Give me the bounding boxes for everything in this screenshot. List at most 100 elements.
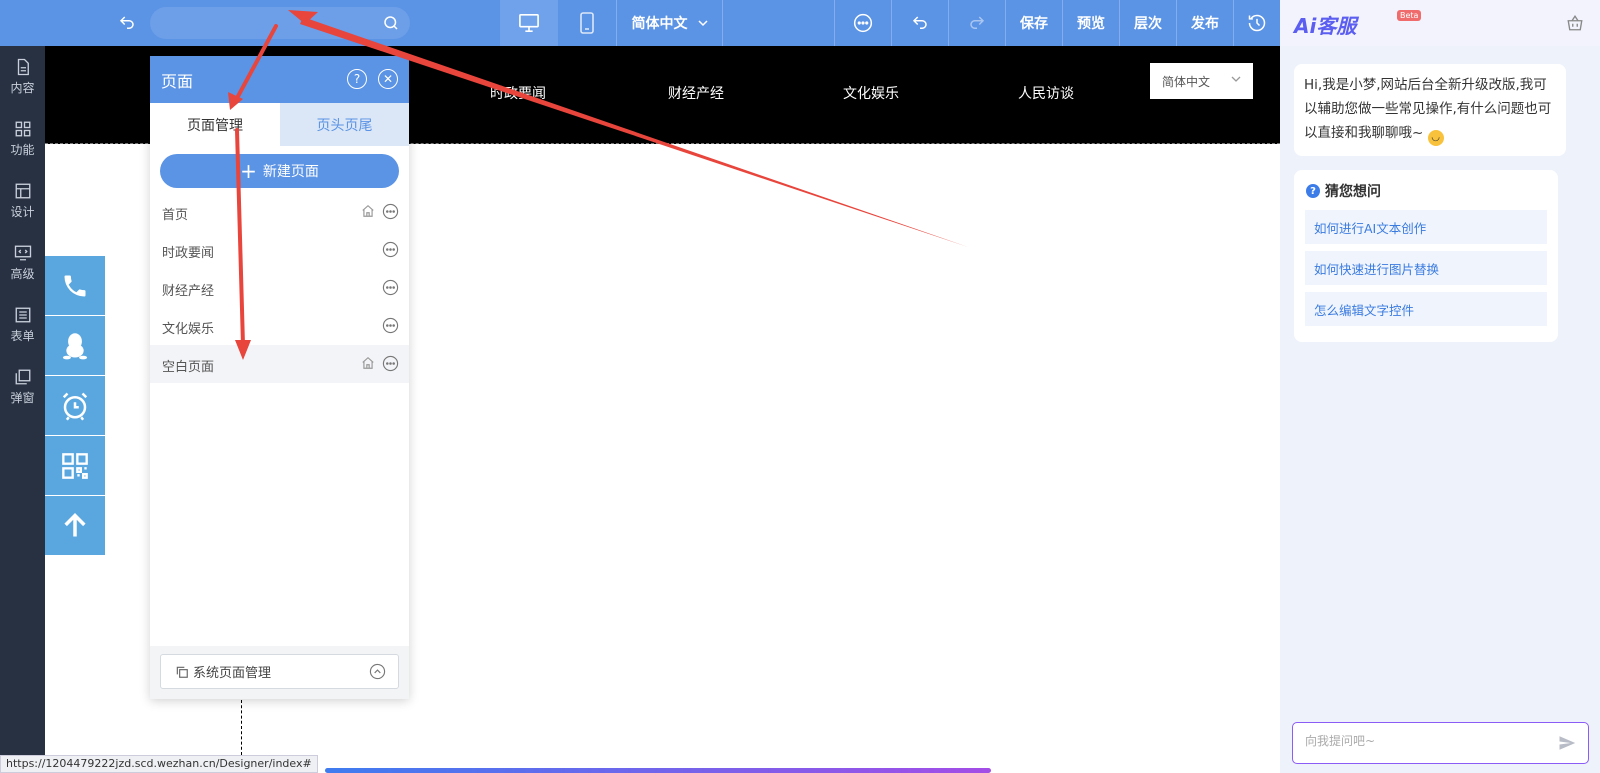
sidebar-item-label: 表单: [10, 329, 35, 343]
ai-assistant-panel: Ai客服 Beta Hi,我是小梦,网站后台全新升级改版,我可以辅助您做一些常见…: [1280, 0, 1600, 773]
sidebar-item-label: 内容: [10, 81, 35, 95]
sidebar-item-form[interactable]: 表单: [0, 294, 45, 356]
language-dropdown[interactable]: 简体中文: [617, 0, 722, 46]
code-monitor-icon: [14, 245, 31, 261]
new-page-button[interactable]: + 新建页面: [160, 154, 399, 188]
guess-title-label: 猜您想问: [1325, 184, 1381, 200]
undo-icon[interactable]: [110, 0, 144, 46]
panel-header: 页面 ? ✕: [150, 56, 409, 103]
search-icon[interactable]: [382, 14, 400, 36]
page-name: 时政要闻: [162, 246, 215, 261]
floating-tools: [45, 256, 105, 556]
site-nav-item[interactable]: 人民访谈: [1018, 83, 1074, 103]
page-name: 文化娱乐: [162, 322, 215, 337]
ai-header: Ai客服 Beta: [1280, 0, 1600, 46]
page-name: 首页: [162, 208, 189, 223]
ai-question-input[interactable]: [1305, 734, 1545, 748]
home-icon[interactable]: [361, 204, 375, 218]
preview-button[interactable]: 预览: [1063, 0, 1119, 46]
sidebar-item-design[interactable]: 设计: [0, 170, 45, 232]
mobile-view-button[interactable]: [558, 0, 616, 46]
more-options-icon[interactable]: [382, 241, 399, 258]
chevron-down-icon: [697, 20, 708, 27]
panel-tabs: 页面管理 页头页尾: [150, 103, 409, 146]
system-page-label: 系统页面管理: [193, 666, 272, 681]
monitor-icon: [519, 14, 539, 32]
ai-greeting-text: Hi,我是小梦,网站后台全新升级改版,我可以辅助您做一些常见操作,有什么问题也可…: [1304, 77, 1552, 141]
sidebar-item-content[interactable]: 内容: [0, 46, 45, 108]
site-language-select[interactable]: 简体中文: [1150, 63, 1253, 99]
page-row-culture[interactable]: 文化娱乐: [150, 307, 409, 345]
chevron-down-icon: [1231, 76, 1241, 82]
beta-badge: Beta: [1397, 10, 1422, 21]
sidebar-item-label: 高级: [10, 267, 35, 281]
tab-page-management[interactable]: 页面管理: [150, 103, 280, 146]
basket-icon[interactable]: [1566, 14, 1584, 32]
loading-progress-bar: [325, 768, 991, 773]
panel-title: 页面: [161, 72, 194, 91]
search-input[interactable]: [162, 14, 372, 29]
sidebar-item-function[interactable]: 功能: [0, 108, 45, 170]
qr-tool[interactable]: [45, 436, 105, 496]
back-to-top-tool[interactable]: [45, 496, 105, 556]
layers-button[interactable]: 层次: [1120, 0, 1176, 46]
publish-button[interactable]: 发布: [1177, 0, 1233, 46]
suggested-questions-card: ? 猜您想问 如何进行AI文本创作 如何快速进行图片替换 怎么编辑文字控件: [1294, 170, 1558, 342]
help-icon[interactable]: ?: [347, 69, 367, 89]
search-box[interactable]: [150, 7, 410, 39]
sidebar-item-label: 设计: [10, 205, 35, 219]
grid-icon: [15, 121, 30, 137]
suggested-question[interactable]: 如何进行AI文本创作: [1305, 210, 1547, 244]
suggested-question[interactable]: 如何快速进行图片替换: [1305, 251, 1547, 285]
history-icon: [1248, 14, 1266, 32]
save-button[interactable]: 保存: [1006, 0, 1062, 46]
redo-button[interactable]: [949, 0, 1005, 46]
site-nav-item[interactable]: 时政要闻: [490, 83, 546, 103]
send-icon[interactable]: [1558, 734, 1576, 752]
system-page-management-button[interactable]: 系统页面管理: [160, 654, 399, 689]
mobile-icon: [580, 12, 594, 34]
phone-tool[interactable]: [45, 256, 105, 316]
copy-pages-icon: [176, 666, 188, 678]
undo-button[interactable]: [892, 0, 948, 46]
language-label: 简体中文: [631, 16, 688, 32]
home-icon[interactable]: [361, 356, 375, 370]
more-options-button[interactable]: [835, 0, 891, 46]
site-nav-item[interactable]: 文化娱乐: [843, 83, 899, 103]
dashed-guide-line: [241, 700, 242, 755]
more-options-icon[interactable]: [382, 279, 399, 296]
history-button[interactable]: [1234, 0, 1280, 46]
page-row-blank[interactable]: 空白页面: [150, 345, 409, 383]
sidebar-item-label: 功能: [10, 143, 35, 157]
alarm-tool[interactable]: [45, 376, 105, 436]
form-icon: [15, 307, 30, 323]
suggested-question[interactable]: 怎么编辑文字控件: [1305, 292, 1547, 326]
left-sidebar: 内容 功能 设计 高级 表单 弹窗: [0, 46, 45, 773]
arrow-up-icon: [64, 512, 86, 536]
question-icon: ?: [1306, 184, 1320, 198]
page-row-finance[interactable]: 财经产经: [150, 269, 409, 307]
preview-label: 预览: [1077, 16, 1105, 32]
close-icon[interactable]: ✕: [378, 69, 398, 89]
new-page-label: 新建页面: [262, 164, 319, 180]
qq-tool[interactable]: [45, 316, 105, 376]
ai-logo: Ai客服: [1294, 14, 1357, 38]
sidebar-item-popup[interactable]: 弹窗: [0, 356, 45, 418]
page-name: 财经产经: [162, 284, 215, 299]
more-options-icon[interactable]: [382, 203, 399, 220]
page-name: 空白页面: [162, 360, 215, 375]
tab-header-footer[interactable]: 页头页尾: [280, 103, 409, 146]
qq-penguin-icon: [62, 332, 88, 359]
more-options-icon[interactable]: [382, 355, 399, 372]
save-label: 保存: [1020, 16, 1048, 32]
chevron-up-circle-icon: [369, 663, 386, 680]
more-options-icon[interactable]: [382, 317, 399, 334]
page-panel: 页面 ? ✕ 页面管理 页头页尾 + 新建页面 首页 时政要闻 财经产经 文化娱…: [150, 56, 409, 699]
sidebar-item-advanced[interactable]: 高级: [0, 232, 45, 294]
site-nav-item[interactable]: 财经产经: [668, 83, 724, 103]
ai-question-box: [1292, 722, 1589, 764]
layers-label: 层次: [1134, 16, 1162, 32]
desktop-view-button[interactable]: [500, 0, 558, 46]
page-row-politics[interactable]: 时政要闻: [150, 231, 409, 269]
page-row-home[interactable]: 首页: [150, 193, 409, 231]
